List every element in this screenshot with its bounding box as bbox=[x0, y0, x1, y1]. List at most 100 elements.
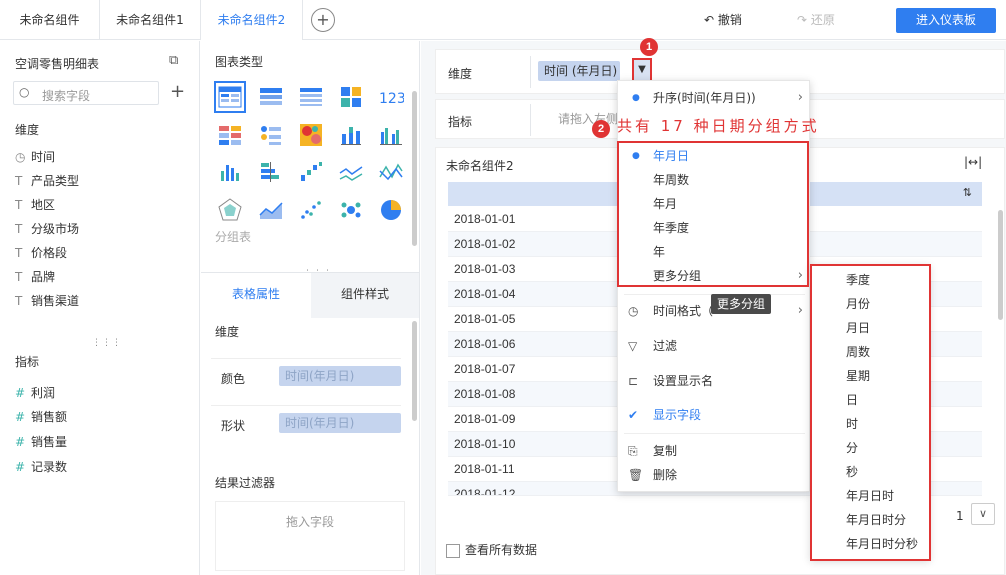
area-chart-icon[interactable] bbox=[258, 197, 284, 223]
text-type-icon: T bbox=[15, 174, 23, 188]
field-price-range[interactable]: T 价格段 bbox=[15, 243, 67, 263]
field-label: 销售额 bbox=[31, 410, 68, 424]
svg-text:123: 123 bbox=[379, 91, 404, 107]
chevron-right-icon: › bbox=[797, 303, 803, 318]
sort-icon[interactable]: ⇅ bbox=[963, 186, 972, 199]
tab-unnamed[interactable]: 未命名组件 bbox=[0, 0, 100, 40]
field-brand[interactable]: T 品牌 bbox=[15, 267, 55, 287]
view-all-data[interactable]: 查看所有数据 bbox=[446, 541, 537, 558]
polyline-chart-icon[interactable] bbox=[378, 159, 404, 185]
menu-delete[interactable]: 🗑 删除 bbox=[618, 463, 811, 487]
result-filter-title: 结果过滤器 bbox=[215, 476, 276, 490]
heat-table-icon[interactable] bbox=[217, 122, 243, 148]
horizontal-bar-icon[interactable] bbox=[258, 159, 284, 185]
chip-dropdown-icon[interactable]: ▼ bbox=[632, 58, 652, 82]
shape-property-row[interactable]: 形状 时间(年月日) bbox=[211, 405, 401, 441]
divider bbox=[530, 104, 531, 136]
shape-label: 形状 bbox=[221, 419, 246, 433]
chevron-right-icon: › bbox=[797, 90, 803, 105]
properties-scrollbar[interactable] bbox=[412, 321, 417, 421]
highlight-box-groups bbox=[617, 141, 809, 287]
data-panel: 空调零售明细表 ⧉ ○ 搜索字段 + 维度 ◷ 时间 T 产品类型 T 地区 T 分级市… bbox=[0, 41, 200, 575]
menu-filter[interactable]: ▽ 过滤 bbox=[618, 334, 811, 358]
field-label: 产品类型 bbox=[31, 174, 80, 188]
time-dimension-chip[interactable]: 时间 (年月日) bbox=[538, 61, 620, 81]
view-all-checkbox[interactable] bbox=[446, 543, 460, 558]
field-label: 价格段 bbox=[31, 246, 68, 260]
undo-icon: ↶ bbox=[704, 13, 718, 27]
chart-types-scrollbar[interactable] bbox=[412, 91, 417, 246]
menu-label: 时间格式（ bbox=[653, 304, 714, 318]
add-tab-button[interactable]: + bbox=[311, 8, 335, 32]
radar-chart-icon[interactable] bbox=[217, 197, 243, 223]
color-field-chip[interactable]: 时间(年月日) bbox=[279, 366, 401, 386]
search-field[interactable]: ○ 搜索字段 bbox=[13, 81, 159, 105]
menu-label: 过滤 bbox=[653, 339, 678, 353]
color-property-row[interactable]: 颜色 时间(年月日) bbox=[211, 358, 401, 394]
field-record-count[interactable]: # 记录数 bbox=[15, 457, 67, 477]
group-table-icon[interactable] bbox=[214, 81, 246, 113]
page-number: 1 bbox=[956, 509, 964, 523]
menu-sort-ascending[interactable]: ● 升序(时间(年月日)) › bbox=[618, 86, 811, 110]
tab-unnamed-1[interactable]: 未命名组件1 bbox=[100, 0, 201, 40]
color-label: 颜色 bbox=[221, 372, 246, 386]
field-profit[interactable]: # 利润 bbox=[15, 383, 55, 403]
stacked-bar-icon[interactable] bbox=[338, 122, 364, 148]
redo-button[interactable]: ↷ 还原 bbox=[797, 0, 835, 40]
switch-dataset-icon[interactable]: ⧉ bbox=[169, 53, 178, 68]
menu-label: 显示字段 bbox=[653, 408, 702, 422]
rename-icon: ⊏ bbox=[628, 374, 639, 388]
tab-table-properties[interactable]: 表格属性 bbox=[201, 273, 311, 318]
line-chart-icon[interactable] bbox=[338, 159, 364, 185]
color-block-icon[interactable] bbox=[338, 84, 364, 110]
text-type-icon: T bbox=[15, 222, 23, 236]
divider bbox=[530, 56, 531, 88]
text-type-icon: T bbox=[15, 198, 23, 212]
text-type-icon: T bbox=[15, 246, 23, 260]
redo-icon: ↷ bbox=[797, 13, 811, 27]
field-sales-volume[interactable]: # 销售量 bbox=[15, 432, 67, 452]
menu-divider bbox=[624, 433, 805, 434]
field-region[interactable]: T 地区 bbox=[15, 195, 55, 215]
scatter-chart-icon[interactable] bbox=[298, 197, 324, 223]
table-scrollbar[interactable] bbox=[998, 210, 1003, 320]
heatmap-icon[interactable] bbox=[298, 122, 324, 148]
number-type-icon: # bbox=[15, 460, 26, 474]
view-all-label: 查看所有数据 bbox=[465, 543, 538, 557]
field-label: 时间 bbox=[31, 150, 56, 164]
bullet-table-icon[interactable] bbox=[258, 122, 284, 148]
menu-show-field[interactable]: ✔ 显示字段 bbox=[618, 403, 811, 427]
dataset-title: 空调零售明细表 bbox=[15, 57, 100, 71]
bar-chart-icon[interactable] bbox=[217, 159, 243, 185]
pie-chart-icon[interactable] bbox=[378, 197, 404, 223]
detail-table-icon[interactable] bbox=[298, 84, 324, 110]
field-sales-amount[interactable]: # 销售额 bbox=[15, 407, 67, 427]
page-select-icon[interactable]: ∨ bbox=[971, 503, 995, 525]
cross-table-icon[interactable] bbox=[258, 84, 284, 110]
menu-set-display-name[interactable]: ⊏ 设置显示名 bbox=[618, 369, 811, 393]
add-field-button[interactable]: + bbox=[170, 81, 185, 102]
field-time[interactable]: ◷ 时间 bbox=[15, 147, 55, 167]
field-market-tier[interactable]: T 分级市场 bbox=[15, 219, 79, 239]
menu-copy[interactable]: ⎘ 复制 bbox=[618, 439, 811, 463]
field-label: 利润 bbox=[31, 386, 56, 400]
property-tabs: 表格属性 组件样式 bbox=[201, 272, 419, 318]
field-label: 分级市场 bbox=[31, 222, 80, 236]
resize-handle[interactable]: ⋮⋮⋮ bbox=[92, 338, 122, 348]
kpi-number-icon[interactable]: 123 bbox=[378, 84, 404, 110]
field-label: 销售量 bbox=[31, 435, 68, 449]
field-product-type[interactable]: T 产品类型 bbox=[15, 171, 79, 191]
tab-unnamed-2[interactable]: 未命名组件2 bbox=[201, 0, 303, 40]
field-label: 品牌 bbox=[31, 270, 56, 284]
shape-field-chip[interactable]: 时间(年月日) bbox=[279, 413, 401, 433]
enter-dashboard-button[interactable]: 进入仪表板 bbox=[896, 8, 996, 33]
tab-component-style[interactable]: 组件样式 bbox=[311, 273, 419, 318]
waterfall-icon[interactable] bbox=[298, 159, 324, 185]
field-sales-channel[interactable]: T 销售渠道 bbox=[15, 291, 79, 311]
bubble-chart-icon[interactable] bbox=[338, 197, 364, 223]
undo-button[interactable]: ↶ 撤销 bbox=[704, 0, 742, 40]
filter-drop-zone[interactable]: 拖入字段 bbox=[215, 501, 405, 571]
search-icon: ○ bbox=[19, 85, 30, 99]
expand-width-icon[interactable]: |↔| bbox=[964, 155, 982, 169]
grouped-bar-icon[interactable] bbox=[378, 122, 404, 148]
